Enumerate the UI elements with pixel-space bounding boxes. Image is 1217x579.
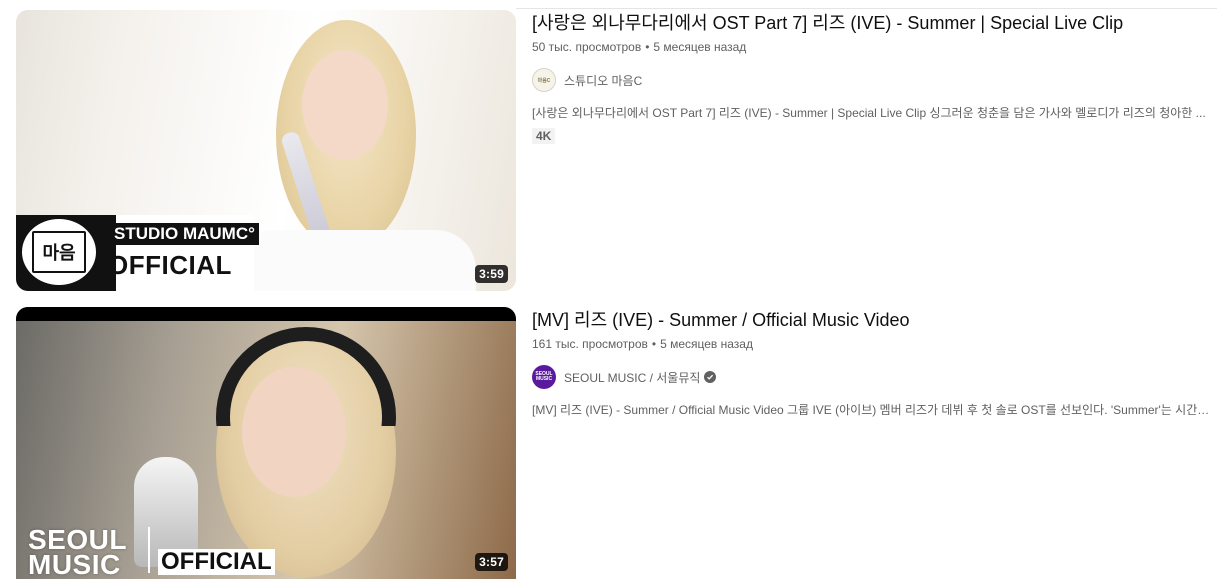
video-info: [사랑은 외나무다리에서 OST Part 7] 리즈 (IVE) - Summ… [532, 10, 1213, 145]
verified-check-icon [704, 371, 717, 383]
channel-link[interactable]: 마음C 스튜디오 마음C [532, 68, 1213, 92]
video-title-link[interactable]: [MV] 리즈 (IVE) - Summer / Official Music … [532, 307, 1213, 333]
video-thumbnail[interactable]: 마음 STUDIO MAUMC° OFFICIAL 3:59 [16, 10, 516, 291]
studio-logo-icon: 마음 [18, 215, 100, 289]
singer-shoulders-shape [236, 230, 476, 291]
watermark-seoul-music: SEOUL MUSIC [28, 526, 127, 579]
video-description: [사랑은 외나무다리에서 OST Part 7] 리즈 (IVE) - Summ… [532, 106, 1206, 120]
video-meta: 50 тыс. просмотров • 5 месяцев назад [532, 38, 1213, 56]
view-count: 161 тыс. просмотров [532, 337, 648, 351]
duration-badge: 3:57 [475, 553, 508, 571]
separator-dot: • [645, 40, 650, 54]
quality-badge: 4K [532, 128, 556, 144]
video-meta: 161 тыс. просмотров • 5 месяцев назад [532, 335, 1213, 353]
watermark-official: OFFICIAL [158, 549, 275, 575]
video-info: [MV] 리즈 (IVE) - Summer / Official Music … [532, 307, 1213, 419]
watermark-line-2: MUSIC [28, 549, 121, 579]
video-title-link[interactable]: [사랑은 외나무다리에서 OST Part 7] 리즈 (IVE) - Summ… [532, 10, 1213, 36]
letterbox-bar [16, 307, 516, 321]
singer-face-shape [302, 50, 388, 160]
channel-watermark: 마음 STUDIO MAUMC° OFFICIAL [16, 215, 259, 291]
video-description: [MV] 리즈 (IVE) - Summer / Official Music … [532, 403, 1213, 417]
divider [516, 8, 1217, 9]
channel-name[interactable]: 스튜디오 마음C [564, 72, 642, 89]
studio-logo-text: 마음 [32, 231, 86, 273]
watermark-line-2: OFFICIAL [108, 250, 232, 280]
upload-age: 5 месяцев назад [660, 337, 753, 351]
channel-avatar[interactable]: 마음C [532, 68, 556, 92]
watermark-line-1: STUDIO MAUMC° [110, 223, 259, 245]
watermark-divider [148, 527, 150, 573]
view-count: 50 тыс. просмотров [532, 40, 642, 54]
avatar-text: SEOUL MUSIC [535, 371, 553, 382]
duration-badge: 3:59 [475, 265, 508, 283]
channel-name[interactable]: SEOUL MUSIC / 서울뮤직 [564, 369, 700, 386]
channel-avatar[interactable]: SEOUL MUSIC [532, 365, 556, 389]
channel-link[interactable]: SEOUL MUSIC SEOUL MUSIC / 서울뮤직 [532, 365, 1213, 389]
separator-dot: • [651, 337, 657, 351]
upload-age: 5 месяцев назад [653, 40, 747, 54]
video-thumbnail[interactable]: SEOUL MUSIC OFFICIAL 3:57 [16, 307, 516, 579]
